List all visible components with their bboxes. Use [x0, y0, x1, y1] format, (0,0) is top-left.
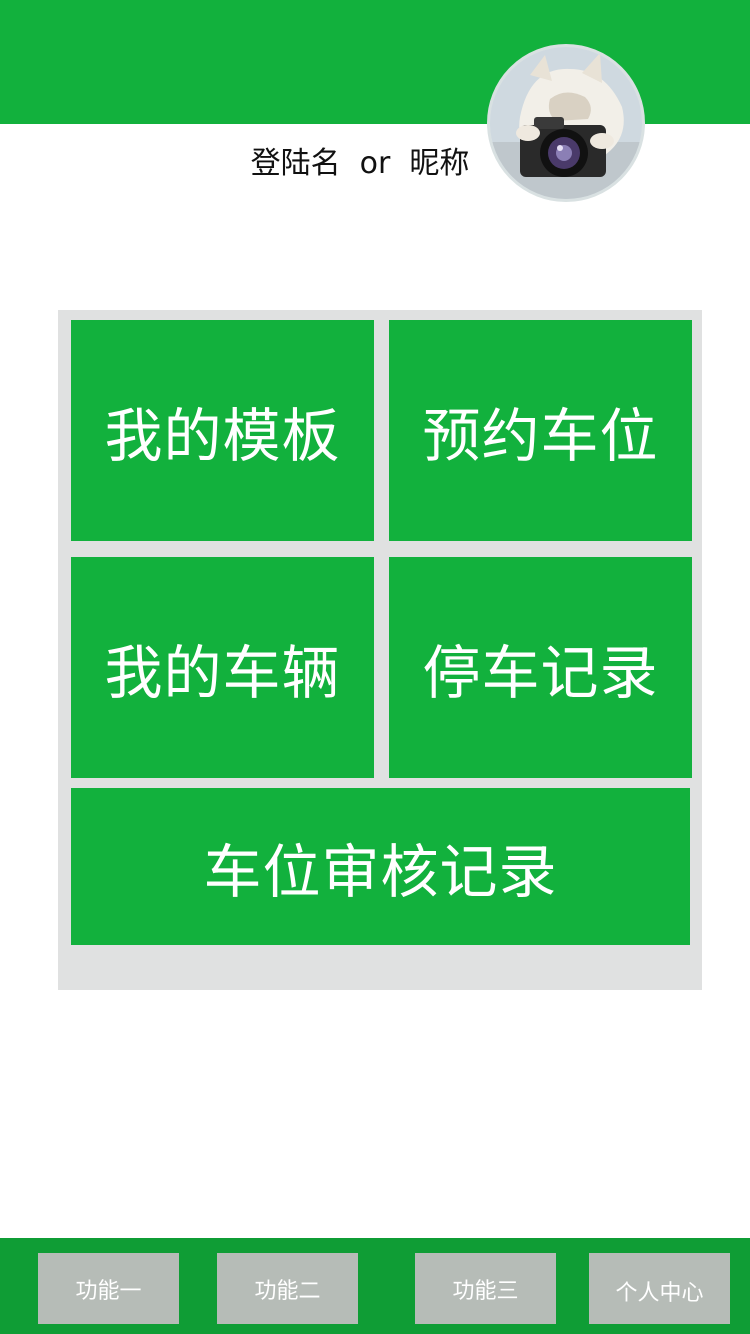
nav-function-three[interactable]: 功能三 — [415, 1253, 556, 1324]
nav-personal-center[interactable]: 个人中心 — [589, 1253, 730, 1324]
parking-audit-records-button[interactable]: 车位审核记录 — [71, 788, 690, 945]
username-label: 登陆名 or 昵称 — [250, 146, 470, 181]
nav-function-one[interactable]: 功能一 — [38, 1253, 179, 1324]
my-templates-button[interactable]: 我的模板 — [71, 320, 374, 541]
reserve-parking-button[interactable]: 预约车位 — [389, 320, 692, 541]
nav-function-two[interactable]: 功能二 — [217, 1253, 358, 1324]
parking-records-button[interactable]: 停车记录 — [389, 557, 692, 778]
avatar-photo-icon — [490, 47, 642, 199]
avatar[interactable] — [487, 44, 645, 202]
my-vehicles-button[interactable]: 我的车辆 — [71, 557, 374, 778]
